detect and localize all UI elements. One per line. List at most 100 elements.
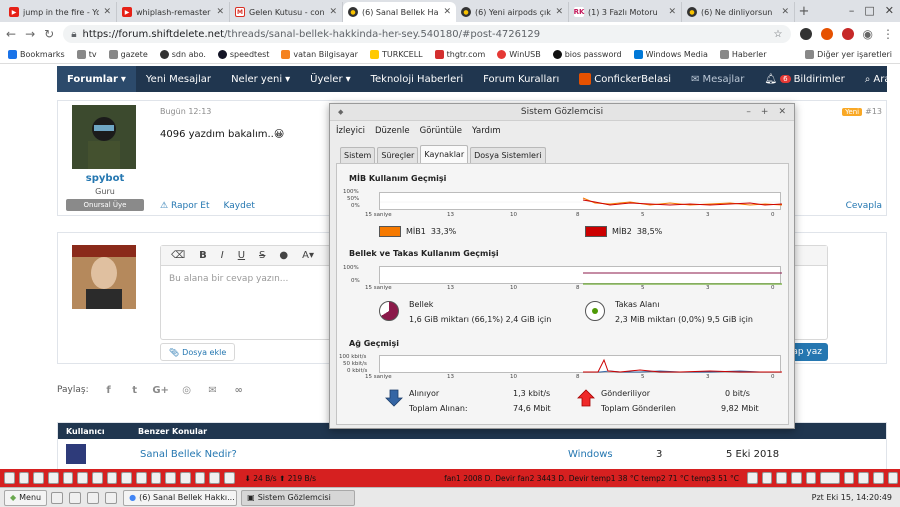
- bookmark-item[interactable]: gazete: [108, 50, 148, 59]
- browser-tab[interactable]: ● (6) Yeni airpods çık ✕: [456, 2, 569, 22]
- bookmark-item[interactable]: Bookmarks: [8, 50, 65, 59]
- launcher-icon[interactable]: [18, 472, 30, 484]
- tray-icon[interactable]: [887, 472, 899, 484]
- launcher-icon[interactable]: [51, 491, 64, 504]
- nav-teknoloji-haberleri[interactable]: Teknoloji Haberleri: [361, 66, 474, 92]
- launcher-icon[interactable]: [87, 491, 100, 504]
- launcher-icon[interactable]: [69, 491, 82, 504]
- italic-icon[interactable]: I: [221, 250, 224, 261]
- link-icon[interactable]: ∞: [233, 384, 245, 396]
- maximize-icon[interactable]: +: [761, 107, 769, 117]
- bookmark-item[interactable]: Windows Media: [633, 50, 708, 59]
- launcher-icon[interactable]: [150, 472, 162, 484]
- launcher-icon[interactable]: [47, 472, 59, 484]
- browser-tab[interactable]: ▶ jump in the fire - Yo ✕: [4, 2, 117, 22]
- taskbar-window-monitor[interactable]: ▣ Sistem Gözlemcisi: [241, 489, 356, 506]
- receive-arrow-icon[interactable]: [385, 389, 403, 407]
- twitter-icon[interactable]: t: [129, 384, 141, 396]
- power-icon[interactable]: [790, 472, 802, 484]
- close-icon[interactable]: ✕: [103, 7, 111, 17]
- extension-icon[interactable]: [841, 28, 854, 40]
- menu-item-goruntule[interactable]: Görüntüle: [420, 126, 462, 136]
- launcher-icon[interactable]: [106, 472, 118, 484]
- report-link[interactable]: ⚠ Rapor Et: [160, 201, 210, 211]
- bookmark-item[interactable]: sdn abo.: [159, 50, 206, 59]
- close-icon[interactable]: ✕: [443, 7, 451, 17]
- google-plus-icon[interactable]: G+: [152, 384, 169, 396]
- bookmark-item[interactable]: thgtr.com: [434, 50, 485, 59]
- post-username[interactable]: spybot: [70, 173, 140, 184]
- strikethrough-icon[interactable]: S: [259, 250, 265, 261]
- extension-icon[interactable]: [820, 28, 833, 40]
- bookmark-item[interactable]: vatan Bilgisayar: [281, 50, 358, 59]
- tray-icon[interactable]: [858, 472, 869, 484]
- nav-forum-kurallari[interactable]: Forum Kuralları: [473, 66, 569, 92]
- close-icon[interactable]: ✕: [216, 7, 224, 17]
- attach-file-button[interactable]: 📎︎ Dosya ekle: [160, 343, 236, 361]
- underline-icon[interactable]: U: [238, 250, 245, 261]
- launcher-icon[interactable]: [62, 472, 74, 484]
- cpu1-color-swatch[interactable]: [379, 226, 401, 237]
- cpu2-color-swatch[interactable]: [585, 226, 607, 237]
- post-date[interactable]: Bugün 12:13: [160, 107, 211, 116]
- launcher-icon[interactable]: [33, 472, 44, 484]
- profile-icon[interactable]: ◉: [863, 27, 873, 41]
- clock[interactable]: Pzt Eki 15, 14:20:49: [812, 493, 900, 502]
- star-icon[interactable]: ☆: [774, 29, 783, 40]
- email-icon[interactable]: ✉: [207, 384, 219, 396]
- menu-item-duzenle[interactable]: Düzenle: [375, 126, 410, 136]
- tray-icon[interactable]: [776, 472, 787, 484]
- tab-sistem[interactable]: Sistem: [340, 147, 376, 163]
- close-icon[interactable]: ✕: [668, 7, 676, 17]
- close-icon[interactable]: ✕: [329, 7, 337, 17]
- color-icon[interactable]: ●: [279, 250, 288, 261]
- menu-item-izleyici[interactable]: İzleyici: [336, 126, 365, 136]
- minimize-icon[interactable]: –: [746, 107, 751, 117]
- tray-icon[interactable]: [872, 472, 884, 484]
- nav-neler-yeni[interactable]: Neler yeni ▾: [221, 66, 300, 92]
- close-icon[interactable]: ✕: [885, 4, 894, 17]
- launcher-icon[interactable]: [77, 472, 88, 484]
- launcher-icon[interactable]: [223, 472, 235, 484]
- tray-icon[interactable]: [843, 472, 855, 484]
- launcher-icon[interactable]: [135, 472, 147, 484]
- tray-icon[interactable]: [746, 472, 758, 484]
- launcher-icon[interactable]: [194, 472, 206, 484]
- font-size-icon[interactable]: A▾: [302, 250, 314, 261]
- bookmark-item[interactable]: Haberler: [719, 50, 767, 59]
- tray-icon[interactable]: [805, 472, 817, 484]
- browser-tab[interactable]: RK (1) 3 Fazlı Motoru ✕: [569, 2, 682, 22]
- taskbar-window-browser[interactable]: ● (6) Sanal Bellek Hakkı...: [123, 489, 238, 506]
- launcher-icon[interactable]: [165, 472, 176, 484]
- save-link[interactable]: Kaydet: [224, 201, 255, 211]
- messages-link[interactable]: ✉ Mesajlar: [681, 66, 754, 92]
- notifications-link[interactable]: 🔔︎ 6 Bildirimler: [754, 66, 854, 92]
- menu-button[interactable]: ◆ Menu: [4, 489, 48, 506]
- browser-tab[interactable]: ▶ whiplash-remaster ✕: [117, 2, 230, 22]
- send-arrow-icon[interactable]: [577, 389, 595, 407]
- launcher-icon[interactable]: [4, 472, 15, 484]
- nav-uyeler[interactable]: Üyeler ▾: [300, 66, 360, 92]
- table-row[interactable]: Sanal Bellek Nedir? Windows 3 5 Eki 2018: [58, 439, 886, 469]
- bookmark-item[interactable]: speedtest: [217, 50, 269, 59]
- facebook-icon[interactable]: f: [103, 384, 115, 396]
- avatar[interactable]: [72, 105, 136, 169]
- swap-usage-pie[interactable]: [585, 301, 605, 321]
- close-icon[interactable]: ✕: [555, 7, 563, 17]
- close-icon[interactable]: ✕: [778, 107, 786, 117]
- bold-icon[interactable]: B: [199, 250, 207, 261]
- other-bookmarks[interactable]: Diğer yer işaretleri: [805, 50, 892, 59]
- window-menu-icon[interactable]: ◆: [338, 108, 343, 116]
- launcher-icon[interactable]: [209, 472, 220, 484]
- bookmark-item[interactable]: tv: [76, 50, 97, 59]
- launcher-icon[interactable]: [179, 472, 191, 484]
- whatsapp-icon[interactable]: ◎: [181, 384, 193, 396]
- extension-icon[interactable]: [799, 28, 812, 40]
- bookmark-item[interactable]: TURKCELL: [369, 50, 423, 59]
- minimize-icon[interactable]: –: [849, 4, 855, 17]
- tray-icon[interactable]: [761, 472, 773, 484]
- reply-link[interactable]: Cevapla: [846, 201, 882, 211]
- nav-forumlar[interactable]: Forumlar ▾: [57, 66, 136, 92]
- tab-kaynaklar[interactable]: Kaynaklar: [420, 145, 469, 163]
- forward-icon[interactable]: →: [25, 27, 35, 41]
